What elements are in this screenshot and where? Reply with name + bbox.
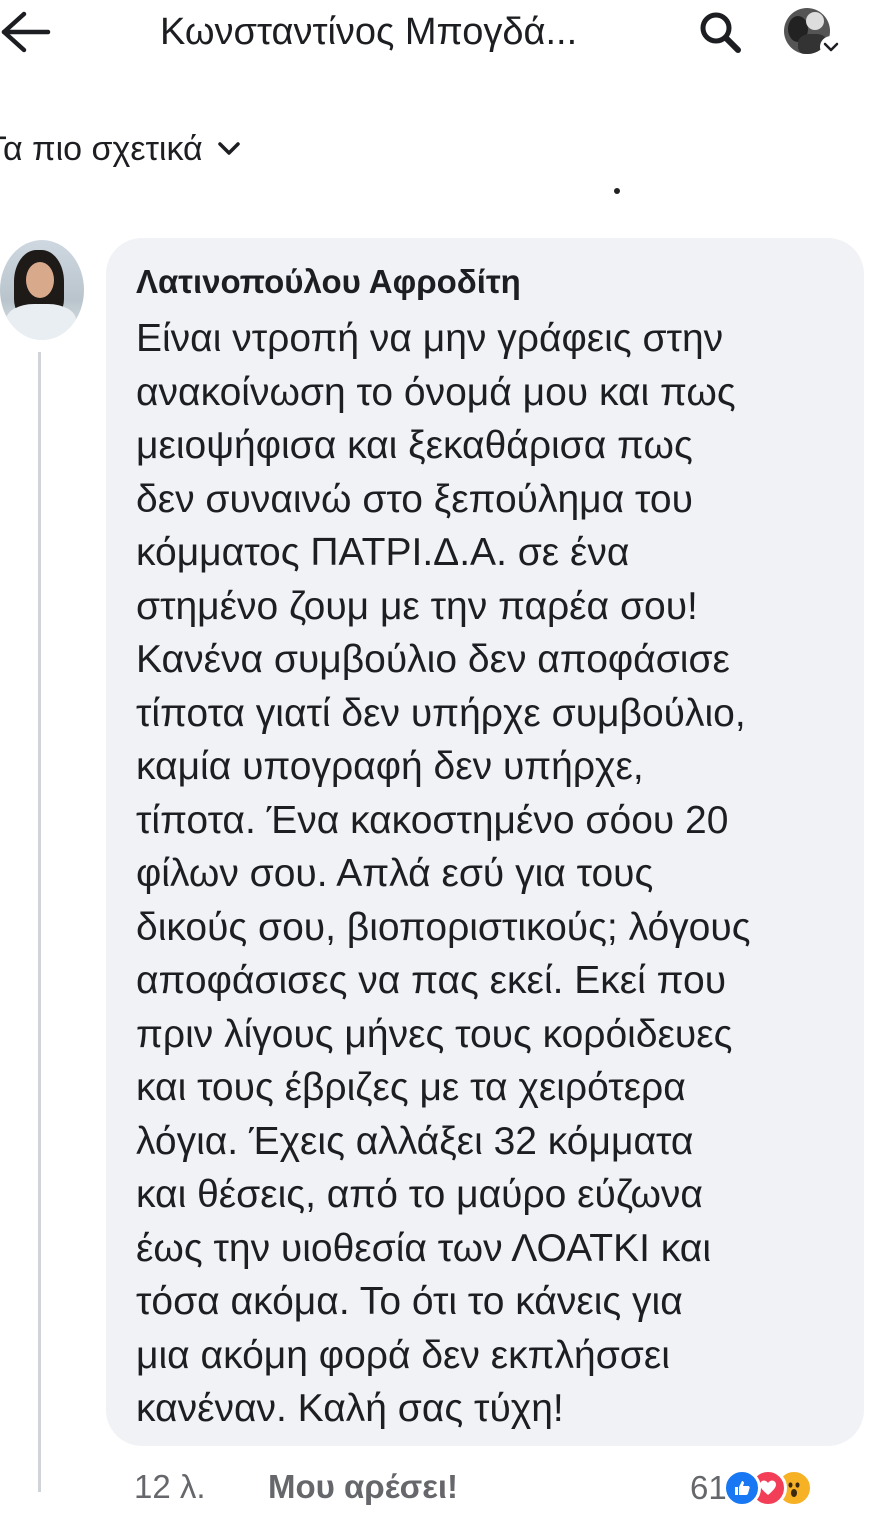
reactions-summary[interactable]: 61 — [690, 1466, 813, 1510]
like-button[interactable]: Μου αρέσει! — [268, 1468, 458, 1506]
comment-line: Κανένα συμβούλιο δεν αποφάσισε — [136, 638, 730, 681]
arrow-left-icon — [0, 10, 52, 54]
comment-line: μια ακόμη φορά δεν εκπλήσσει — [136, 1333, 670, 1377]
reaction-count: 61 — [690, 1469, 727, 1506]
decorative-dot — [614, 188, 620, 194]
comment-line: τίποτα. Ένα κακοστημένο σόου 20 — [136, 798, 729, 842]
comment-line: πριν λίγους μήνες τους κορόιδευες — [136, 1012, 733, 1056]
comment-author[interactable]: Λατινοπούλου Αφροδίτη — [136, 260, 844, 304]
sort-label: Τα πιο σχετικά — [0, 129, 203, 168]
comment-line: κανέναν. Καλή σας τύχη! — [136, 1387, 564, 1430]
comment-thread-screen: Κωνσταντίνος Μπογδά... Τα πιο σχετικά Λα… — [0, 0, 880, 1518]
comment-line: φίλων σου. Απλά εσύ για τους — [136, 852, 654, 895]
commenter-avatar[interactable] — [0, 240, 84, 340]
comment-line: κόμματος ΠΑΤΡΙ.Δ.Α. σε ένα — [136, 531, 630, 574]
back-button[interactable] — [0, 6, 60, 58]
profile-menu-button[interactable] — [776, 6, 850, 62]
comment-bubble: Λατινοπούλου Αφροδίτη Είναι ντροπή να μη… — [106, 238, 864, 1446]
comment-line: τίποτα γιατί δεν υπήρχε συμβούλιο, — [136, 691, 746, 735]
comment-timestamp[interactable]: 12 λ. — [134, 1468, 206, 1506]
comment-line: Είναι ντροπή να μην γράφεις στην — [136, 317, 724, 360]
comment-line: μειοψήφισα και ξεκαθάρισα πως — [136, 424, 693, 467]
comment-text: Είναι ντροπή να μην γράφεις στην ανακοίν… — [136, 312, 844, 1436]
comment-sort-dropdown[interactable]: Τα πιο σχετικά — [0, 124, 241, 174]
search-button[interactable] — [690, 8, 750, 60]
comment-line: αποφάσισες να πας εκεί. Εκεί που — [136, 959, 727, 1002]
comment-line: δεν συναινώ στο ξεπούλημα του — [136, 477, 693, 521]
like-icon — [722, 1469, 761, 1507]
comment-actions: 12 λ. Μου αρέσει! 61 — [0, 1460, 880, 1516]
comment-line: έως την υιοθεσία των ΛΟΑΤΚΙ και — [136, 1226, 711, 1270]
thread-line — [38, 352, 41, 1492]
comment-line: ανακοίνωση το όνομά μου και πως — [136, 370, 736, 414]
comment-line: και τους έβριζες με τα χειρότερα — [136, 1066, 686, 1109]
comment-line: στημένο ζουμ με την παρέα σου! — [136, 584, 698, 628]
page-title: Κωνσταντίνος Μπογδά... — [160, 11, 578, 53]
comment-line: δικούς σου, βιοποριστικούς; λόγους — [136, 905, 751, 949]
comment-line: καμία υπογραφή δεν υπήρχε, — [136, 745, 644, 788]
top-bar: Κωνσταντίνος Μπογδά... — [0, 0, 880, 80]
search-icon — [698, 10, 742, 59]
chevron-down-icon — [217, 140, 241, 158]
comment-line: τόσα ακόμα. Το ότι το κάνεις για — [136, 1280, 683, 1323]
chevron-down-icon — [820, 36, 842, 58]
comment-line: και θέσεις, από το μαύρο εύζωνα — [136, 1173, 703, 1216]
comment-line: λόγια. Έχεις αλλάξει 32 κόμματα — [136, 1119, 694, 1163]
